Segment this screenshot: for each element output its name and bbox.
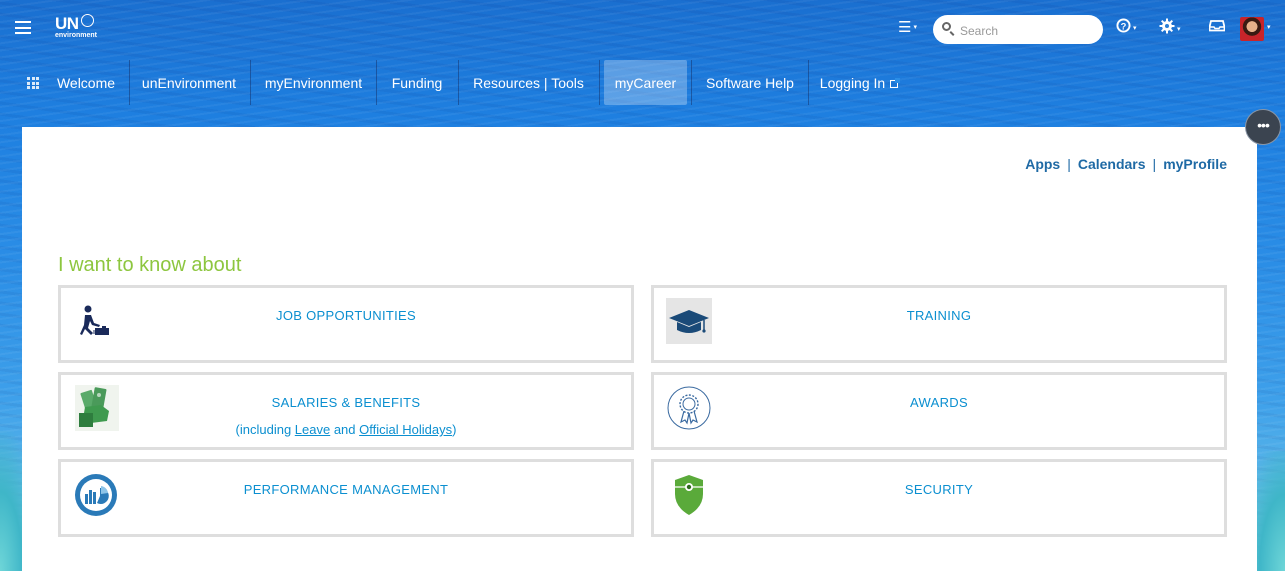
svg-text:?: ?	[1121, 21, 1127, 31]
search-box[interactable]	[933, 15, 1103, 44]
nav-item-software-help[interactable]: Software Help	[692, 60, 808, 105]
nav-item-label: Welcome	[56, 75, 116, 91]
card-awards[interactable]: AWARDS	[651, 372, 1227, 450]
nav-item-label: myCareer	[614, 75, 677, 91]
card-title: SALARIES & BENEFITS	[271, 395, 421, 410]
section-heading: I want to know about	[58, 254, 242, 276]
gear-icon[interactable]: ▾	[1159, 18, 1181, 40]
hamburger-menu-icon[interactable]	[15, 21, 31, 34]
leave-link[interactable]: Leave	[295, 422, 330, 437]
nav-item-welcome[interactable]: Welcome	[44, 60, 128, 105]
quick-links: Apps | Calendars | myProfile	[1025, 156, 1227, 172]
nav-item-label: unEnvironment	[141, 75, 237, 91]
nav-item-label: Resources | Tools	[473, 75, 584, 91]
card-security[interactable]: SECURITY	[651, 459, 1227, 537]
card-title: JOB OPPORTUNITIES	[276, 308, 416, 323]
list-menu-icon[interactable]: ☰ ▾	[898, 18, 917, 38]
official-holidays-link[interactable]: Official Holidays	[359, 422, 452, 437]
nav-item-logging-in[interactable]: Logging In	[809, 60, 909, 105]
apps-link[interactable]: Apps	[1025, 156, 1060, 172]
card-performance-management[interactable]: PERFORMANCE MANAGEMENT	[58, 459, 634, 537]
globe-icon	[80, 14, 94, 27]
nav-item-label: Funding	[391, 75, 443, 91]
nav-item-label: myEnvironment	[264, 75, 363, 91]
calendars-link[interactable]: Calendars	[1078, 156, 1146, 172]
nav-item-label: Software Help	[706, 75, 794, 91]
nav-divider	[599, 60, 600, 105]
logo-un-text: UN	[55, 14, 79, 33]
card-title: TRAINING	[906, 308, 972, 323]
inbox-icon[interactable]	[1208, 18, 1226, 38]
nav-item-resources-tools[interactable]: Resources | Tools	[459, 60, 598, 105]
card-title: PERFORMANCE MANAGEMENT	[243, 482, 449, 497]
un-environment-logo[interactable]: UN environment	[55, 14, 97, 40]
nav-item-label: Logging In	[819, 75, 886, 91]
subtitle-text: (including	[235, 422, 295, 437]
card-title: AWARDS	[910, 395, 968, 410]
subtitle-text: and	[330, 422, 360, 437]
subtitle-text: )	[452, 422, 457, 437]
external-link-icon	[890, 78, 901, 88]
card-training[interactable]: TRAINING	[651, 285, 1227, 363]
nav-item-funding[interactable]: Funding	[377, 60, 457, 105]
avatar-chevron-down-icon[interactable]: ▾	[1267, 23, 1271, 31]
card-title: SECURITY	[904, 482, 974, 497]
card-job-opportunities[interactable]: JOB OPPORTUNITIES	[58, 285, 634, 363]
myprofile-link[interactable]: myProfile	[1163, 156, 1227, 172]
logo-sub-text: environment	[55, 32, 98, 39]
link-separator: |	[1067, 156, 1071, 172]
main-content-panel: Apps | Calendars | myProfile I want to know …	[22, 127, 1257, 571]
search-input[interactable]	[958, 20, 1097, 41]
more-options-button[interactable]: •••	[1245, 109, 1281, 145]
search-icon	[942, 22, 951, 31]
link-separator: |	[1152, 156, 1157, 172]
help-icon[interactable]: ? ▾	[1116, 18, 1137, 39]
nav-item-myenvironment[interactable]: myEnvironment	[251, 60, 376, 105]
card-subtitle: (including Leave and Official Holidays)	[61, 422, 631, 437]
card-salaries-benefits[interactable]: SALARIES & BENEFITS (including Leave and…	[58, 372, 634, 450]
user-avatar[interactable]	[1240, 17, 1264, 41]
nav-item-unenvironment[interactable]: unEnvironment	[130, 60, 248, 105]
nav-item-mycareer[interactable]: myCareer	[604, 60, 687, 105]
app-launcher-grid-icon[interactable]	[27, 77, 39, 89]
